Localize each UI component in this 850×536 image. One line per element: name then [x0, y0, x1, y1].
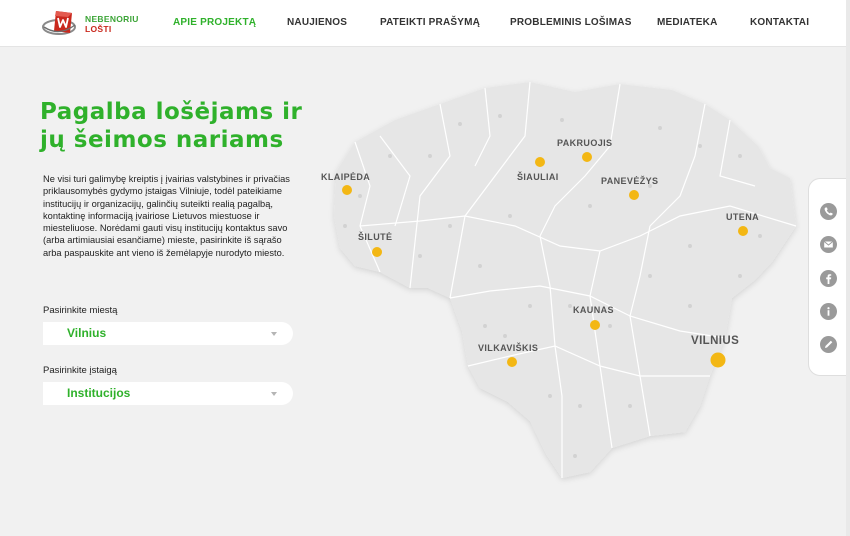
marker-vilkaviskis[interactable] — [507, 357, 517, 367]
city-select-label: Pasirinkite miestą — [43, 305, 118, 316]
city-label-pakruojis[interactable]: PAKRUOJIS — [557, 138, 612, 148]
marker-silute[interactable] — [372, 247, 382, 257]
page-scrollbar[interactable] — [846, 0, 850, 536]
phone-icon[interactable] — [820, 203, 837, 220]
info-icon[interactable] — [820, 303, 837, 320]
nav-mediateka[interactable]: MEDIATEKA — [657, 17, 718, 28]
city-label-kaunas[interactable]: KAUNAS — [573, 305, 614, 315]
chevron-down-icon — [271, 332, 277, 336]
city-label-panevezys[interactable]: PANEVĖŽYS — [601, 176, 658, 186]
city-label-utena[interactable]: UTENA — [726, 212, 759, 222]
nav-probleminis-losimas[interactable]: PROBLEMINIS LOŠIMAS — [510, 17, 632, 28]
city-label-siauliai[interactable]: ŠIAULIAI — [517, 172, 559, 182]
brand-line-2: LOŠTI — [85, 24, 112, 34]
intro-text: Ne visi turi galimybę kreiptis į įvairia… — [43, 174, 290, 258]
brand-line-1: NEBENORIU — [85, 14, 139, 24]
institution-select-label: Pasirinkite įstaigą — [43, 365, 117, 376]
institution-select[interactable]: Institucijos — [43, 382, 293, 405]
logo-mark-icon — [42, 11, 76, 35]
marker-vilnius[interactable] — [710, 352, 726, 368]
chevron-down-icon — [271, 392, 277, 396]
city-select-value: Vilnius — [67, 326, 107, 340]
nav-pateikti-prasyma[interactable]: PATEIKTI PRAŠYMĄ — [380, 17, 480, 28]
lithuania-map[interactable] — [300, 76, 810, 496]
page-title: Pagalba lošėjams ir jų šeimos nariams — [40, 99, 303, 153]
city-label-silute[interactable]: ŠILUTĖ — [358, 232, 392, 242]
nav-apie-projekta[interactable]: APIE PROJEKTĄ — [173, 17, 256, 28]
city-select[interactable]: Vilnius — [43, 322, 293, 345]
marker-siauliai[interactable] — [535, 157, 545, 167]
marker-utena[interactable] — [738, 226, 748, 236]
marker-kaunas[interactable] — [590, 320, 600, 330]
city-label-vilnius[interactable]: VILNIUS — [691, 335, 739, 347]
marker-klaipeda[interactable] — [342, 185, 352, 195]
email-icon[interactable] — [820, 236, 837, 253]
city-label-klaipeda[interactable]: KLAIPĖDA — [321, 172, 370, 182]
facebook-icon[interactable] — [820, 270, 837, 287]
marker-panevezys[interactable] — [629, 190, 639, 200]
city-label-vilkaviskis[interactable]: VILKAVIŠKIS — [478, 343, 538, 353]
nav-naujienos[interactable]: NAUJIENOS — [287, 17, 347, 28]
nav-kontaktai[interactable]: KONTAKTAI — [750, 17, 809, 28]
edit-icon[interactable] — [820, 336, 837, 353]
brand-logo[interactable]: NEBENORIU LOŠTI — [42, 9, 152, 39]
site-header: NEBENORIU LOŠTI APIE PROJEKTĄ NAUJIENOS … — [0, 0, 850, 47]
institution-select-value: Institucijos — [67, 386, 131, 400]
marker-pakruojis[interactable] — [582, 152, 592, 162]
social-sidebar — [808, 178, 850, 376]
